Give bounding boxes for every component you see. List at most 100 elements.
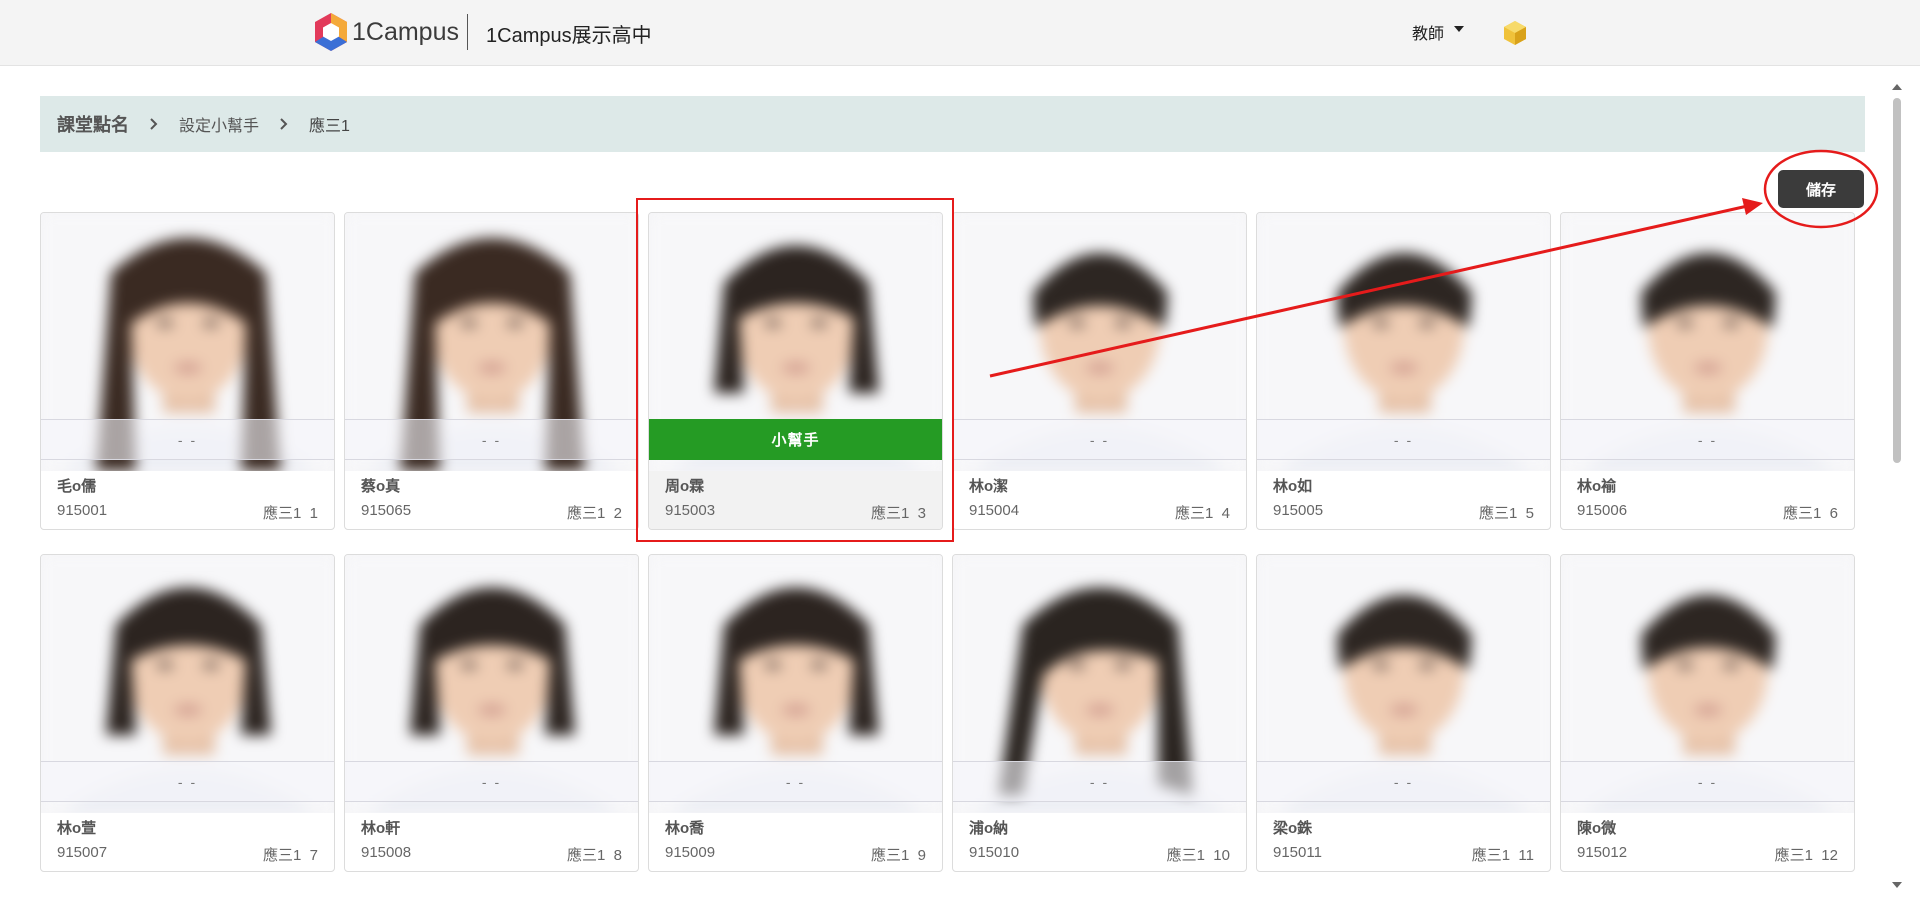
student-info: 蔡o真 915065 應三1 2 <box>345 471 638 529</box>
school-name: 1Campus展示高中 <box>486 25 652 47</box>
student-info: 林o軒 915008 應三1 8 <box>345 813 638 871</box>
student-class-seat: 應三1 5 <box>1478 505 1534 522</box>
logo[interactable]: 1Campus <box>313 12 459 52</box>
status-placeholder: - - <box>953 761 1246 802</box>
student-meta: 915005 應三1 5 <box>1273 502 1534 523</box>
student-class-seat: 應三1 10 <box>1166 847 1230 864</box>
student-card[interactable]: - - 林o如 915005 應三1 5 <box>1256 212 1551 530</box>
chevron-down-icon <box>1454 26 1465 32</box>
student-card[interactable]: - - 梁o銖 915011 應三1 11 <box>1256 554 1551 872</box>
student-card[interactable]: - - 林o潔 915004 應三1 4 <box>952 212 1247 530</box>
student-name: 林o軒 <box>361 820 401 837</box>
student-info: 林o萱 915007 應三1 7 <box>41 813 334 871</box>
student-info: 毛o儒 915001 應三1 1 <box>41 471 334 529</box>
breadcrumb-item-setup[interactable]: 設定小幫手 <box>179 112 259 136</box>
student-card[interactable]: - - 蔡o真 915065 應三1 2 <box>344 212 639 530</box>
student-class-seat: 應三1 7 <box>262 847 318 864</box>
chevron-right-icon <box>150 118 158 130</box>
student-class-seat: 應三1 12 <box>1774 847 1838 864</box>
student-id: 915004 <box>969 502 1020 519</box>
student-meta: 915007 應三1 7 <box>57 844 318 865</box>
student-card[interactable]: - - 陳o微 915012 應三1 12 <box>1560 554 1855 872</box>
student-card[interactable]: - - 毛o儒 915001 應三1 1 <box>40 212 335 530</box>
student-meta: 915011 應三1 11 <box>1273 844 1534 865</box>
student-id: 915008 <box>361 844 412 861</box>
student-name: 浦o納 <box>969 820 1009 837</box>
student-card[interactable]: - - 浦o納 915010 應三1 10 <box>952 554 1247 872</box>
student-class-seat: 應三1 11 <box>1471 847 1534 864</box>
student-meta: 915010 應三1 10 <box>969 844 1230 865</box>
status-placeholder: - - <box>41 761 334 802</box>
student-class-seat: 應三1 4 <box>1174 505 1230 522</box>
student-meta: 915012 應三1 12 <box>1577 844 1838 865</box>
status-placeholder: - - <box>41 419 334 460</box>
student-meta: 915001 應三1 1 <box>57 502 318 523</box>
student-name: 林o潔 <box>969 478 1009 495</box>
top-navbar: 1Campus 1Campus展示高中 教師 <box>0 0 1920 66</box>
helper-badge: 小幫手 <box>649 419 942 460</box>
student-name: 陳o微 <box>1577 820 1617 837</box>
status-placeholder: - - <box>1257 761 1550 802</box>
student-card[interactable]: - - 林o萱 915007 應三1 7 <box>40 554 335 872</box>
scroll-down-icon[interactable] <box>1892 882 1902 888</box>
logo-text: 1Campus <box>352 17 459 46</box>
student-meta: 915004 應三1 4 <box>969 502 1230 523</box>
student-info: 浦o納 915010 應三1 10 <box>953 813 1246 871</box>
student-id: 915010 <box>969 844 1020 861</box>
student-class-seat: 應三1 2 <box>566 505 622 522</box>
header-divider <box>467 14 468 50</box>
student-name: 林o褕 <box>1577 478 1617 495</box>
student-info: 梁o銖 915011 應三1 11 <box>1257 813 1550 871</box>
student-name: 梁o銖 <box>1273 820 1313 837</box>
status-placeholder: - - <box>1561 761 1854 802</box>
breadcrumb-item-root[interactable]: 課堂點名 <box>57 111 129 137</box>
save-button[interactable]: 儲存 <box>1778 170 1864 208</box>
student-id: 915012 <box>1577 844 1628 861</box>
student-name: 林o如 <box>1273 478 1313 495</box>
role-label: 教師 <box>1412 26 1445 43</box>
status-placeholder: - - <box>1257 419 1550 460</box>
cube-icon[interactable] <box>1503 20 1527 46</box>
scroll-thumb[interactable] <box>1893 98 1901 463</box>
student-meta: 915009 應三1 9 <box>665 844 926 865</box>
student-id: 915007 <box>57 844 108 861</box>
student-grid: - - 毛o儒 915001 應三1 1 - - 蔡o真 915065 應三1 2 小幫手 周o霖… <box>40 212 1859 872</box>
student-class-seat: 應三1 1 <box>262 505 318 522</box>
student-id: 915011 <box>1273 844 1322 861</box>
student-meta: 915065 應三1 2 <box>361 502 622 523</box>
breadcrumb: 課堂點名 設定小幫手 應三1 <box>40 96 1865 152</box>
student-id: 915003 <box>665 502 716 519</box>
student-meta: 915006 應三1 6 <box>1577 502 1838 523</box>
student-name: 林o喬 <box>665 820 705 837</box>
student-class-seat: 應三1 6 <box>1782 505 1838 522</box>
student-meta: 915008 應三1 8 <box>361 844 622 865</box>
student-info: 陳o微 915012 應三1 12 <box>1561 813 1854 871</box>
student-info: 林o如 915005 應三1 5 <box>1257 471 1550 529</box>
student-info: 林o喬 915009 應三1 9 <box>649 813 942 871</box>
scrollbar[interactable] <box>1890 80 1904 895</box>
status-placeholder: - - <box>953 419 1246 460</box>
logo-hexagon-icon <box>315 13 347 51</box>
student-card[interactable]: - - 林o褕 915006 應三1 6 <box>1560 212 1855 530</box>
student-info: 林o褕 915006 應三1 6 <box>1561 471 1854 529</box>
student-card[interactable]: - - 林o軒 915008 應三1 8 <box>344 554 639 872</box>
student-class-seat: 應三1 3 <box>870 505 926 522</box>
student-name: 林o萱 <box>57 820 97 837</box>
scroll-up-icon[interactable] <box>1892 84 1902 90</box>
status-placeholder: - - <box>649 761 942 802</box>
chevron-right-icon <box>280 118 288 130</box>
role-dropdown[interactable]: 教師 <box>1412 20 1465 44</box>
student-card[interactable]: - - 林o喬 915009 應三1 9 <box>648 554 943 872</box>
student-info: 林o潔 915004 應三1 4 <box>953 471 1246 529</box>
student-meta: 915003 應三1 3 <box>665 502 926 523</box>
student-card[interactable]: 小幫手周o霖 915003 應三1 3 <box>648 212 943 530</box>
student-id: 915006 <box>1577 502 1628 519</box>
status-placeholder: - - <box>1561 419 1854 460</box>
student-name: 周o霖 <box>665 478 705 495</box>
status-placeholder: - - <box>345 761 638 802</box>
student-id: 915001 <box>57 502 108 519</box>
student-id: 915009 <box>665 844 716 861</box>
student-id: 915065 <box>361 502 412 519</box>
student-id: 915005 <box>1273 502 1324 519</box>
student-info: 周o霖 915003 應三1 3 <box>649 471 942 529</box>
